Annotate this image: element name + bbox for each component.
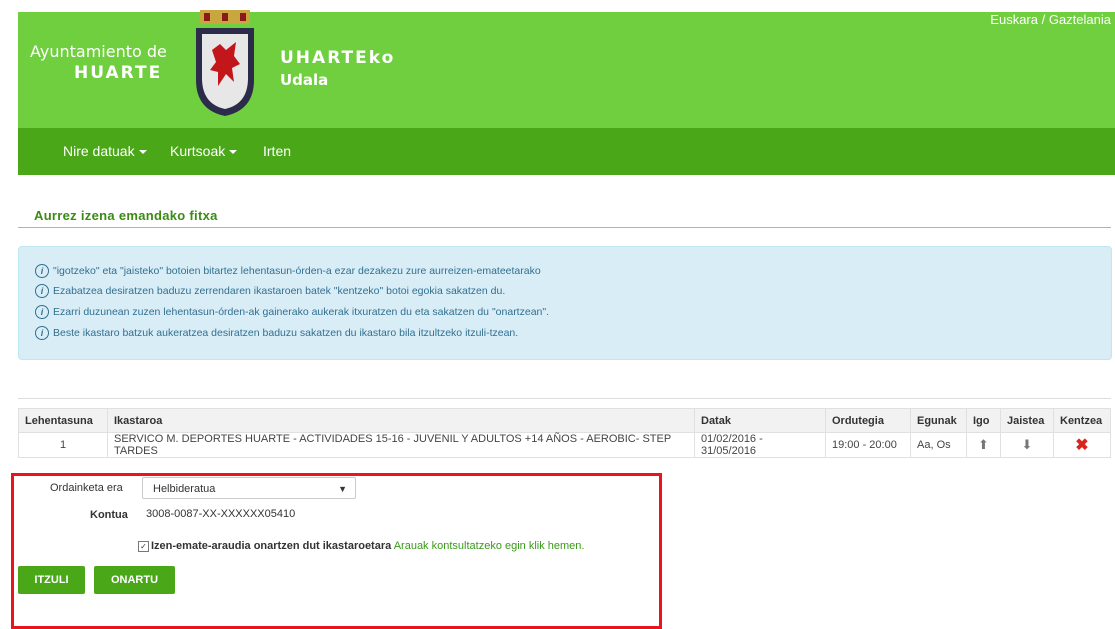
nav-courses[interactable]: Kurtsoak (170, 143, 238, 159)
lang-separator: / (1038, 12, 1049, 27)
terms-checkbox[interactable]: ✓ (138, 540, 149, 552)
coat-of-arms-logo (196, 10, 254, 116)
payment-method-select[interactable]: Helbideratua ▼ (142, 477, 356, 499)
caret-down-icon (138, 150, 147, 155)
info-line: i Beste ikastaro batzuk aukeratzea desira… (35, 326, 518, 340)
nav-courses-label: Kurtsoak (170, 143, 226, 159)
cell-schedule: 19:00 - 20:00 (825, 432, 911, 458)
back-button[interactable]: ITZULI (18, 566, 85, 594)
cell-down: ⬇ (1000, 432, 1054, 458)
info-icon: i (35, 326, 49, 340)
col-up: Igo (966, 408, 1001, 433)
brand-basque: UHARTEko Udala (280, 48, 395, 89)
col-days: Egunak (910, 408, 967, 433)
info-icon: i (35, 264, 49, 278)
nav-my-data-label: Nire datuak (63, 143, 135, 159)
info-icon: i (35, 284, 49, 298)
info-alert: i "igotzeko" eta "jaisteko" botoien bitar… (18, 246, 1112, 360)
account-label: Kontua (90, 509, 128, 521)
info-text: Beste ikastaro batzuk aukeratzea desirat… (53, 327, 519, 339)
terms-link[interactable]: Arauak kontsultatzeko egin klik hemen. (394, 540, 585, 552)
courses-table: Lehentasuna Ikastaroa Datak Ordutegia Eg… (18, 408, 1111, 458)
payment-method-value: Helbideratua (153, 483, 216, 495)
account-value: 3008-0087-XX-XXXXXX05410 (146, 508, 296, 520)
dropdown-arrow-icon: ▼ (338, 484, 347, 494)
cell-priority: 1 (18, 432, 108, 458)
col-down: Jaistea (1000, 408, 1054, 433)
cell-remove: ✖ (1053, 432, 1111, 458)
lang-euskara-link[interactable]: Euskara (990, 12, 1038, 27)
info-line: i Ezabatzea desiratzen baduzu zerrendaren… (35, 284, 505, 298)
info-text: "igotzeko" eta "jaisteko" botoien bitart… (53, 265, 541, 277)
brand-left-line2: HUARTE (74, 63, 163, 83)
info-text: Ezabatzea desiratzen baduzu zerrendaren … (53, 285, 506, 297)
caret-down-icon (229, 150, 238, 155)
terms-text: Izen-emate-araudia onartzen dut ikastaro… (151, 540, 392, 552)
cell-days: Aa, Os (910, 432, 967, 458)
site-header: Ayuntamiento de HUARTE UHARTEko Udala Eu… (18, 10, 1115, 128)
main-navbar: Nire datuak Kurtsoak Irten (18, 128, 1115, 175)
cell-up: ⬆ (966, 432, 1001, 458)
info-line: i Ezarri duzunean zuzen lehentasun-órden-… (35, 305, 549, 319)
title-divider (18, 227, 1111, 228)
col-course: Ikastaroa (107, 408, 695, 433)
close-icon[interactable]: ✖ (1075, 437, 1088, 454)
brand-right-line2: Udala (280, 71, 329, 89)
brand-spanish: Ayuntamiento de HUARTE (30, 42, 167, 83)
col-dates: Datak (694, 408, 826, 433)
table-row: 1 SERVICO M. DEPORTES HUARTE - ACTIVIDAD… (18, 432, 1111, 458)
col-remove: Kentzea (1053, 408, 1111, 433)
terms-row: ✓ Izen-emate-araudia onartzen dut ikastar… (138, 540, 584, 552)
nav-logout-label: Irten (263, 143, 292, 159)
brand-left-line1: Ayuntamiento de (30, 42, 167, 61)
accept-button[interactable]: ONARTU (94, 566, 175, 594)
cell-course: SERVICO M. DEPORTES HUARTE - ACTIVIDADES… (107, 432, 695, 458)
payment-method-label: Ordainketa era (50, 482, 123, 494)
info-icon: i (35, 305, 49, 319)
arrow-up-icon[interactable]: ⬆ (978, 437, 989, 452)
cell-dates: 01/02/2016 - 31/05/2016 (694, 432, 826, 458)
section-divider (18, 398, 1111, 399)
info-text: Ezarri duzunean zuzen lehentasun-órden-a… (53, 306, 550, 318)
language-switcher: Euskara / Gaztelania (990, 12, 1111, 27)
col-schedule: Ordutegia (825, 408, 911, 433)
col-priority: Lehentasuna (18, 408, 108, 433)
brand-right-line1: UHARTEko (280, 48, 396, 68)
info-line: i "igotzeko" eta "jaisteko" botoien bitar… (35, 264, 541, 278)
lang-gaztelania-link[interactable]: Gaztelania (1049, 12, 1111, 27)
table-header-row: Lehentasuna Ikastaroa Datak Ordutegia Eg… (18, 408, 1111, 433)
arrow-down-icon[interactable]: ⬇ (1022, 437, 1033, 452)
nav-logout[interactable]: Irten (263, 143, 291, 159)
nav-my-data[interactable]: Nire datuak (63, 143, 147, 159)
page-title: Aurrez izena emandako fitxa (34, 208, 218, 223)
